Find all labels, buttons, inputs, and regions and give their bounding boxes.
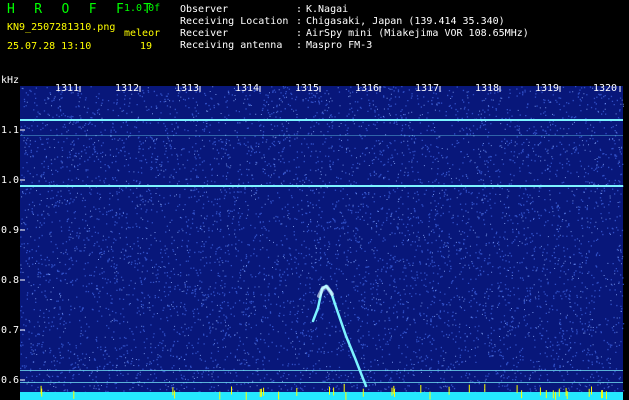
baseline-spike (591, 386, 592, 395)
baseline-spike (245, 391, 247, 400)
y-axis-unit: kHz (1, 75, 19, 86)
baseline-spike (394, 388, 395, 397)
baseline-spike (555, 391, 557, 400)
freq-tick-label: 0.9 (1, 225, 19, 236)
freq-tick-label: 0.6 (1, 375, 19, 386)
baseline-spike (263, 387, 265, 396)
time-tick (319, 86, 321, 92)
reference-line-1 (20, 370, 623, 371)
baseline-spike (345, 391, 347, 400)
version-label: 1.0.0f (124, 3, 161, 14)
baseline-spike (429, 391, 431, 400)
baseline-spike (231, 386, 232, 395)
time-tick (439, 86, 441, 92)
time-tick-label: 1313 (175, 83, 199, 94)
baseline-spike (219, 391, 221, 400)
receiver-key: Receiver (180, 28, 229, 39)
freq-tick (20, 379, 25, 381)
baseline-spike (552, 390, 554, 399)
location-sep: : (296, 16, 303, 27)
time-tick (559, 86, 561, 92)
spectrogram-background (20, 86, 623, 400)
hrofft-window: H R O F F T 1.0.0f KN9_2507281310.png 25… (0, 0, 629, 400)
baseline-spike (558, 388, 560, 397)
observer-value: K.Nagai (306, 4, 349, 15)
datetime-label: 25.07.28 13:10 (7, 41, 92, 52)
time-tick-label: 1315 (295, 83, 319, 94)
time-tick (139, 86, 141, 92)
baseline-noise-band (20, 392, 623, 400)
baseline-spike (605, 391, 607, 400)
baseline-spike (296, 387, 298, 396)
time-tick (259, 86, 261, 92)
carrier-line-faint (20, 135, 623, 136)
carrier-line-upper (20, 119, 623, 121)
baseline-spike (260, 388, 262, 397)
baseline-spike (566, 391, 568, 400)
location-key: Receiving Location (180, 16, 289, 27)
baseline-spike (601, 390, 603, 399)
baseline-spike (468, 384, 470, 393)
time-tick-label: 1319 (535, 83, 559, 94)
time-tick (619, 86, 621, 92)
freq-tick-label: 1.1 (1, 125, 19, 136)
time-tick-label: 1311 (55, 83, 79, 94)
time-tick-label: 1316 (355, 83, 379, 94)
spectrogram: kHz 1311 1312 1313 1314 1315 1316 1317 1… (1, 75, 625, 400)
freq-tick (20, 229, 25, 231)
freq-tick (20, 129, 25, 131)
filename-label: KN9_2507281310.png (7, 22, 116, 33)
time-tick (379, 86, 381, 92)
time-tick-label: 1318 (475, 83, 499, 94)
reference-line-2 (20, 382, 623, 383)
mode-label: meleor (124, 28, 161, 39)
antenna-key: Receiving antenna (180, 40, 283, 51)
time-tick-label: 1317 (415, 83, 439, 94)
receiver-value: AirSpy mini (Miakejima VOR 108.65MHz) (306, 28, 529, 39)
baseline-spike (362, 388, 364, 397)
frequency-axis: 1.1 1.0 0.9 0.8 0.7 0.6 (1, 125, 19, 386)
baseline-spike (259, 389, 261, 397)
baseline-spike (174, 390, 176, 399)
baseline-spike (333, 387, 335, 396)
observer-sep: : (296, 4, 303, 15)
baseline-spike (172, 387, 174, 396)
time-tick (499, 86, 501, 92)
baseline-spike (516, 385, 518, 394)
baseline-spike (343, 384, 345, 392)
time-tick-label: 1314 (235, 83, 259, 94)
baseline-spike (448, 386, 450, 395)
observer-key: Observer (180, 4, 229, 15)
baseline-spike (588, 388, 590, 397)
baseline-spike (484, 384, 486, 393)
freq-tick (20, 179, 25, 181)
baseline-spike (521, 390, 523, 399)
baseline-spike (41, 388, 43, 397)
baseline-spike (545, 390, 547, 399)
baseline-spike (329, 386, 330, 395)
baseline-spike (420, 385, 422, 393)
baseline-spike (278, 391, 280, 400)
baseline-spike (539, 387, 541, 396)
location-value: Chigasaki, Japan (139.414 35.340) (306, 16, 505, 27)
count-label: 19 (140, 41, 153, 52)
freq-tick-label: 0.8 (1, 275, 19, 286)
antenna-value: Maspro FM-3 (306, 40, 373, 51)
time-tick-label: 1320 (593, 83, 617, 94)
time-tick (199, 86, 201, 92)
baseline-spike (73, 390, 75, 399)
freq-tick (20, 329, 25, 331)
carrier-line-lower (20, 185, 623, 187)
baseline-spike (565, 387, 567, 396)
antenna-sep: : (296, 40, 303, 51)
freq-tick (20, 279, 25, 281)
time-tick (79, 86, 81, 92)
baseline-spike (391, 387, 393, 396)
freq-tick-label: 0.7 (1, 325, 19, 336)
freq-tick-label: 1.0 (1, 175, 19, 186)
time-tick-label: 1312 (115, 83, 139, 94)
receiver-sep: : (296, 28, 303, 39)
